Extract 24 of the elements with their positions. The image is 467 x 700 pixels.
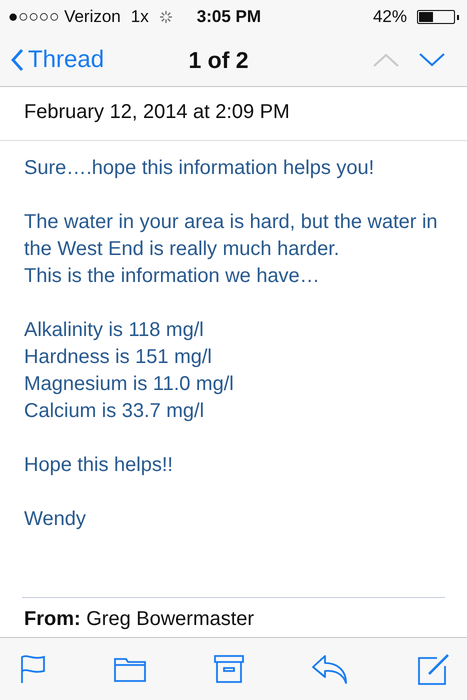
- back-chevron-icon: [10, 48, 24, 72]
- quoted-from-line: From: Greg Bowermaster: [23, 607, 256, 632]
- flag-button[interactable]: [20, 654, 46, 684]
- message-text: Calcium is 33.7 mg/l: [24, 399, 206, 424]
- compose-button[interactable]: [417, 652, 451, 686]
- message-text: Wendy: [24, 507, 87, 532]
- message-date: February 12, 2014 at 2:09 PM: [0, 87, 467, 141]
- message-text: Magnesium is 11.0 mg/l: [24, 372, 235, 397]
- clock-time: 3:05 PM: [196, 7, 261, 27]
- network-type: 1x: [130, 7, 149, 27]
- folder-button[interactable]: [114, 656, 146, 682]
- message-text: The water in your area is hard, but the water in the West End is really much harder.: [24, 210, 439, 262]
- reply-button[interactable]: [311, 654, 350, 684]
- battery-percent: 42%: [372, 7, 407, 27]
- battery-icon: [417, 10, 459, 24]
- carrier-name: ●○○○○ Verizon: [8, 7, 121, 27]
- message-text: Alkalinity is 118 mg/l: [24, 318, 205, 343]
- message-text: This is the information we have…: [24, 264, 321, 289]
- activity-icon: [158, 10, 173, 24]
- back-button[interactable]: Thread: [10, 46, 104, 74]
- message-text: Hardness is 151 mg/l: [24, 345, 213, 370]
- archive-button[interactable]: [214, 655, 244, 683]
- message-text: Hope this helps!!: [24, 453, 174, 478]
- message-text: Sure….hope this information helps you!: [24, 156, 376, 181]
